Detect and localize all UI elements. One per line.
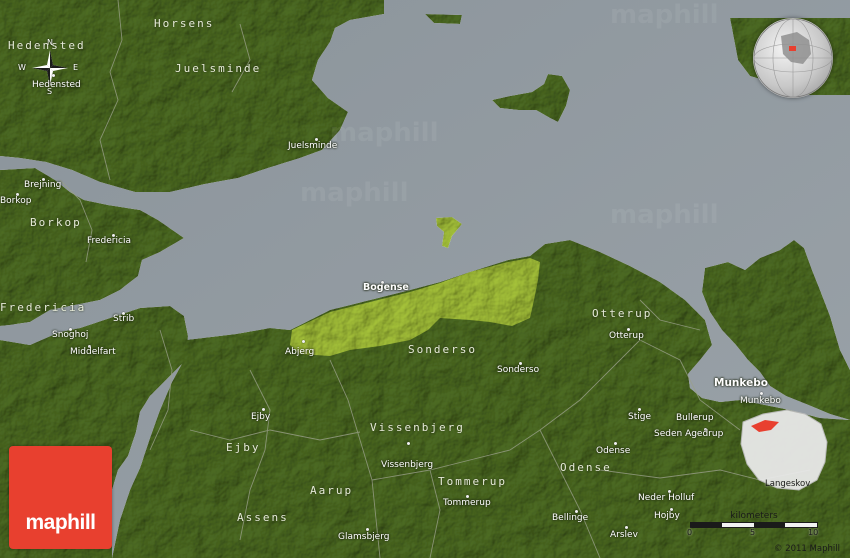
maphill-logo[interactable]: maphill bbox=[9, 446, 112, 549]
label-vissenbjerg-region: Vissenbjerg bbox=[370, 421, 465, 434]
label-odense-region: Odense bbox=[560, 461, 612, 474]
label-hojby: Hojby bbox=[654, 511, 680, 521]
label-assens: Assens bbox=[237, 511, 289, 524]
scale-bar: kilometers 0 5 10 bbox=[684, 511, 824, 537]
scale-tick-10: 10 bbox=[808, 528, 819, 537]
label-borkop: Borkop bbox=[0, 196, 32, 206]
label-ejby-region: Ejby bbox=[226, 441, 261, 454]
label-horsens: Horsens bbox=[154, 17, 215, 30]
label-ejby: Ejby bbox=[251, 412, 271, 422]
label-juelsminde: Juelsminde bbox=[288, 141, 338, 151]
label-fredericia-city: Fredericia bbox=[87, 236, 131, 246]
town-dot bbox=[638, 408, 641, 411]
region-inset-map: Langeskov bbox=[735, 400, 830, 495]
label-odense: Odense bbox=[596, 446, 631, 456]
label-otterup-region: Otterup bbox=[592, 307, 653, 320]
watermark-mid: maphill bbox=[330, 118, 439, 148]
label-juelsminde-region: Juelsminde bbox=[175, 62, 262, 75]
label-langeskov: Langeskov bbox=[765, 479, 811, 489]
label-tommerup-region: Tommerup bbox=[438, 475, 507, 488]
label-borkop-region: Borkop bbox=[30, 216, 82, 229]
watermark-top: maphill bbox=[610, 0, 719, 30]
label-arslev: Arslev bbox=[610, 530, 638, 540]
label-neder-holluf: Neder Holluf bbox=[638, 493, 695, 503]
label-bellinge: Bellinge bbox=[552, 513, 589, 523]
compass-east: E bbox=[73, 63, 79, 72]
scale-title: kilometers bbox=[730, 511, 778, 521]
copyright-text: © 2011 Maphill bbox=[774, 544, 840, 554]
label-abjerg: Abjerg bbox=[285, 347, 315, 357]
label-sonderso-region: Sonderso bbox=[408, 343, 477, 356]
watermark-right: maphill bbox=[610, 200, 719, 230]
label-glamsbjerg: Glamsbjerg bbox=[338, 532, 390, 542]
town-dot bbox=[52, 74, 55, 77]
map-canvas[interactable]: maphill maphill maphill maphill N S W E … bbox=[0, 0, 850, 558]
label-otterup: Otterup bbox=[609, 331, 644, 341]
town-dot bbox=[262, 408, 265, 411]
town-dot bbox=[614, 442, 617, 445]
label-tommerup: Tommerup bbox=[443, 498, 491, 508]
logo-text: maphill bbox=[25, 511, 96, 534]
terrain-layer bbox=[0, 0, 850, 558]
label-hedensted-region: Hedensted bbox=[8, 39, 86, 52]
label-brejning: Brejning bbox=[24, 180, 62, 190]
town-dot bbox=[760, 392, 763, 395]
town-dot bbox=[366, 528, 369, 531]
scale-tick-0: 0 bbox=[687, 528, 693, 537]
town-dot bbox=[407, 442, 410, 445]
label-munkebo-region: Munkebo bbox=[714, 377, 768, 389]
globe-locator bbox=[753, 18, 833, 98]
compass-west: W bbox=[18, 63, 26, 72]
label-vissenbjerg: Vissenbjerg bbox=[381, 460, 434, 470]
watermark-center: maphill bbox=[300, 178, 409, 208]
label-stige: Stige bbox=[628, 412, 651, 422]
label-snoghoj: Snoghoj bbox=[52, 330, 89, 340]
label-bullerup: Bullerup bbox=[676, 413, 714, 423]
scale-tick-5: 5 bbox=[750, 528, 756, 537]
label-fredericia-region: Fredericia bbox=[0, 301, 87, 314]
label-strib: Strib bbox=[113, 314, 135, 324]
label-seden-agedrup: Seden Agedrup bbox=[654, 429, 724, 439]
town-dot bbox=[625, 526, 628, 529]
label-sonderso: Sonderso bbox=[497, 365, 540, 375]
globe-icon bbox=[753, 18, 833, 98]
label-bogense: Bogense bbox=[363, 282, 409, 293]
label-middelfart: Middelfart bbox=[70, 347, 116, 357]
label-aarup: Aarup bbox=[310, 484, 354, 497]
town-dot bbox=[302, 340, 305, 343]
label-hedensted: Hedensted bbox=[32, 80, 81, 90]
